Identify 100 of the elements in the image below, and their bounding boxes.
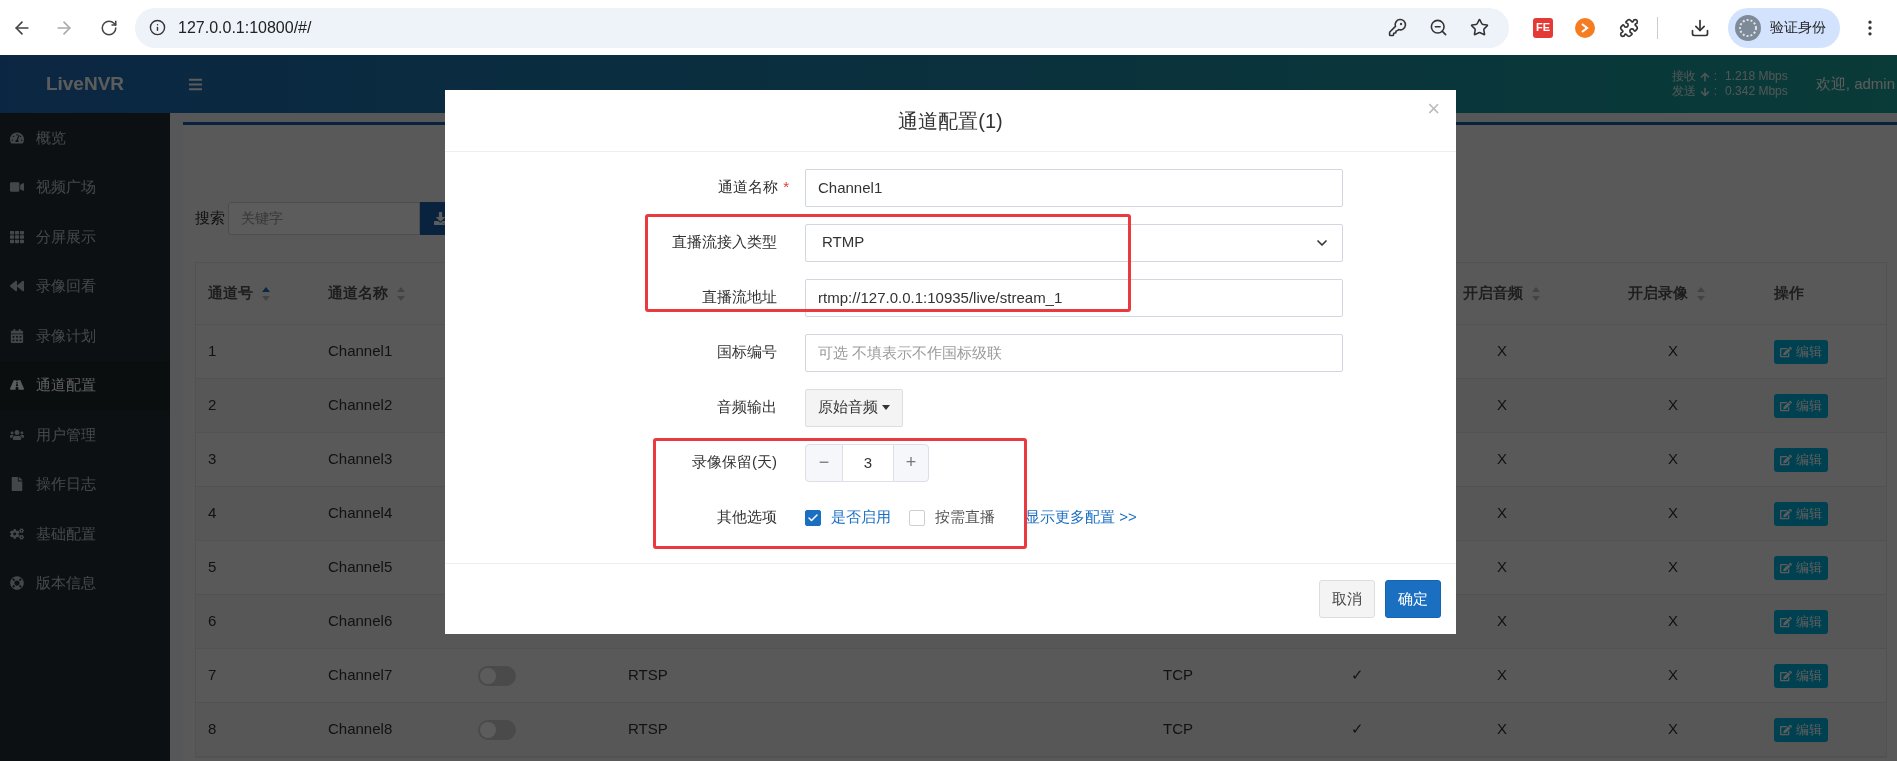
field-label: 直播流地址	[702, 287, 777, 308]
column-header[interactable]: 通道名称	[328, 282, 388, 305]
edit-icon	[1780, 507, 1792, 520]
edit-icon	[1780, 669, 1792, 682]
welcome-text: 欢迎, admin	[1815, 73, 1895, 94]
grid-icon	[10, 229, 24, 244]
calendar-icon	[10, 328, 24, 343]
lifebuoy-icon	[10, 576, 24, 591]
zoom-out-icon[interactable]	[1429, 18, 1448, 37]
table-cell-text: 8	[207, 719, 218, 740]
stat-separator: :	[1713, 69, 1718, 84]
table-cell-text: X	[1667, 449, 1679, 470]
check-icon	[807, 511, 819, 524]
url-text: 127.0.0.1:10800/#/	[178, 17, 312, 38]
download-icon[interactable]	[1690, 17, 1710, 38]
table-cell-text: Channel6	[327, 611, 394, 632]
field-label: 音频输出	[717, 397, 777, 418]
edit-button[interactable]: 编辑	[1774, 717, 1828, 742]
table-cell-text: Channel8	[327, 719, 394, 740]
users-icon	[10, 427, 24, 442]
table-cell-text: TCP	[1162, 719, 1194, 740]
edit-button[interactable]: 编辑	[1774, 609, 1828, 634]
edit-button[interactable]: 编辑	[1774, 447, 1828, 472]
arrow-down-icon	[1699, 86, 1710, 97]
table-cell-text: X	[1496, 449, 1508, 470]
address-bar[interactable]: 127.0.0.1:10800/#/	[135, 7, 1509, 48]
document-icon	[10, 477, 24, 492]
column-header[interactable]: 开启录像	[1628, 282, 1688, 305]
field-label: 直播流接入类型	[672, 232, 777, 253]
checkbox[interactable]	[805, 509, 821, 526]
edit-button[interactable]: 编辑	[1774, 663, 1828, 688]
edit-icon	[1780, 345, 1792, 358]
edit-icon	[1780, 723, 1792, 736]
cancel-button[interactable]: 取消	[1319, 580, 1375, 618]
arrow-up-icon	[1699, 71, 1710, 82]
close-button[interactable]: ×	[1427, 98, 1440, 120]
edit-icon	[1780, 615, 1792, 628]
table-cell-text: Channel2	[327, 395, 394, 416]
speedometer-icon	[10, 130, 24, 145]
dialog-title: 通道配置(1)	[898, 108, 1003, 134]
key-icon[interactable]	[1388, 18, 1407, 37]
column-header: 操作	[1774, 283, 1804, 304]
table-cell-text: Channel4	[327, 503, 394, 524]
logo-text: LiveNVR	[45, 71, 125, 96]
dropdown-button[interactable]: 原始音频	[805, 388, 903, 427]
table-cell-text: 1	[207, 341, 218, 362]
field-label: 通道名称	[718, 177, 779, 198]
column-header[interactable]: 通道号	[208, 282, 253, 305]
stat-value: 1.218 Mbps	[1725, 69, 1788, 84]
table-cell-text: 4	[207, 503, 218, 524]
edit-button[interactable]: 编辑	[1774, 339, 1828, 364]
table-cell-text: ✓	[1350, 719, 1365, 740]
show-more-link[interactable]: 显示更多配置 >>	[1025, 506, 1137, 529]
text-field[interactable]: rtmp://127.0.0.1:10935/live/stream_1	[805, 278, 1343, 317]
stat-separator: :	[1713, 84, 1718, 99]
table-cell-text: X	[1496, 611, 1508, 632]
info-icon[interactable]	[149, 19, 166, 36]
reload-icon[interactable]	[100, 18, 118, 37]
table-cell-text: 5	[207, 557, 218, 578]
required-mark: *	[783, 177, 789, 198]
text-field[interactable]: 可选 不填表示不作国标级联	[805, 333, 1343, 372]
table-cell-text: 3	[207, 449, 218, 470]
edit-icon	[1780, 453, 1792, 466]
table-cell-text: X	[1667, 719, 1679, 740]
stat-label: 发送	[1671, 84, 1696, 99]
field-label: 其他选项	[717, 507, 777, 528]
edit-icon	[1780, 561, 1792, 574]
profile-button[interactable]: 验证身份	[1728, 7, 1840, 48]
puzzle-icon[interactable]	[1619, 17, 1639, 38]
checkbox-label[interactable]: 是否启用	[831, 506, 891, 529]
stat-value: 0.342 Mbps	[1725, 84, 1788, 99]
table-cell-text: X	[1667, 341, 1679, 362]
extension-badge[interactable]: FE	[1533, 17, 1553, 38]
table-cell-text: 6	[207, 611, 218, 632]
edit-icon	[1780, 399, 1792, 412]
select-field[interactable]: RTMP	[805, 223, 1343, 262]
table-cell-text: RTSP	[627, 719, 669, 740]
table-cell-text: X	[1496, 503, 1508, 524]
extension-icon[interactable]	[1575, 17, 1595, 38]
decrement-button[interactable]: −	[805, 443, 843, 482]
table-cell-text: X	[1496, 341, 1508, 362]
table-cell-text: X	[1667, 557, 1679, 578]
video-camera-icon	[10, 180, 24, 195]
gears-icon	[10, 526, 24, 541]
increment-button[interactable]: +	[893, 443, 929, 482]
star-icon[interactable]	[1470, 18, 1489, 37]
edit-button[interactable]: 编辑	[1774, 501, 1828, 526]
caret-icon	[882, 405, 890, 410]
table-cell-text: Channel5	[327, 557, 394, 578]
edit-button[interactable]: 编辑	[1774, 393, 1828, 418]
table-cell-text: RTSP	[627, 665, 669, 686]
column-header[interactable]: 开启音频	[1463, 282, 1523, 305]
confirm-button[interactable]: 确定	[1385, 580, 1441, 618]
checkbox-label[interactable]: 按需直播	[935, 506, 995, 529]
table-cell-text: X	[1667, 395, 1679, 416]
rewind-icon	[10, 279, 24, 294]
road-icon	[10, 378, 24, 393]
table-cell-text: Channel1	[327, 341, 394, 362]
text-field[interactable]: Channel1	[805, 168, 1343, 207]
edit-button[interactable]: 编辑	[1774, 555, 1828, 580]
